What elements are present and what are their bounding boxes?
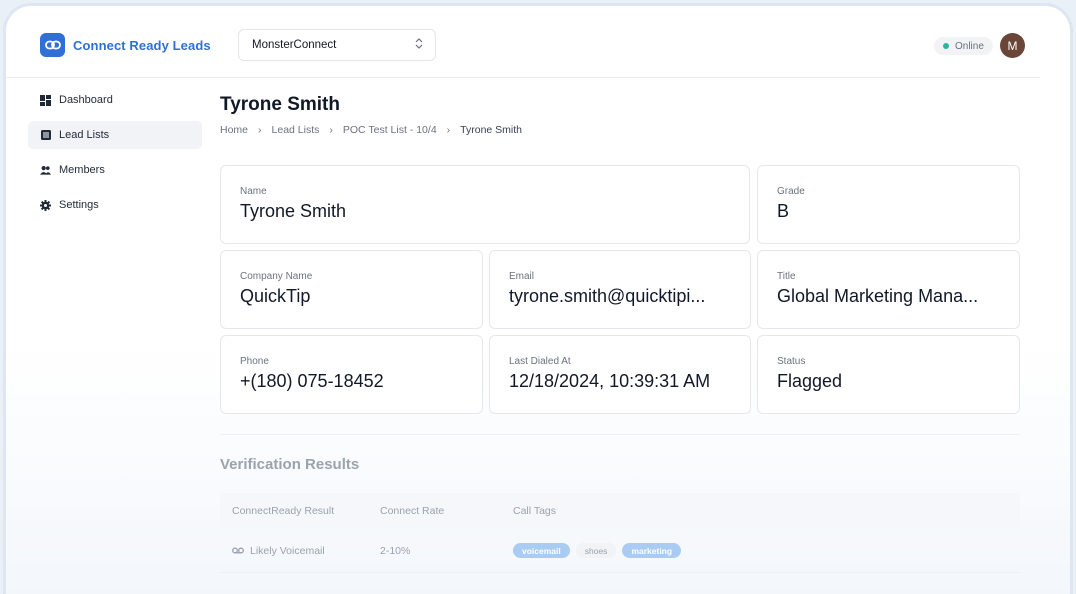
table-row: Likely Voicemail 2-10% voicemail shoes m…: [220, 529, 1020, 573]
status-field-value: Flagged: [777, 371, 843, 391]
email-label: Email: [509, 271, 535, 282]
tag-shoes: shoes: [575, 543, 617, 558]
phone-value: +(180) 075-18452: [240, 371, 384, 391]
status-field-label: Status: [777, 356, 806, 367]
column-header-result: ConnectReady Result: [232, 505, 335, 517]
sidebar-item-label: Settings: [59, 199, 99, 211]
grade-card: Grade B: [757, 165, 1020, 244]
result-value: Likely Voicemail: [250, 544, 325, 557]
top-header: Connect Ready Leads MonsterConnect Onlin…: [6, 6, 1040, 78]
sidebar-item-dashboard[interactable]: Dashboard: [28, 86, 202, 114]
sidebar-item-label: Dashboard: [59, 94, 113, 106]
link-icon: [40, 33, 65, 57]
sidebar-item-label: Lead Lists: [59, 129, 110, 141]
status-label: Online: [955, 40, 984, 52]
sidebar-item-settings[interactable]: Settings: [28, 191, 202, 219]
last-dialed-card: Last Dialed At 12/18/2024, 10:39:31 AM: [489, 335, 751, 414]
verification-title: Verification Results: [220, 456, 360, 473]
tag-marketing: marketing: [622, 543, 682, 558]
name-label: Name: [240, 186, 267, 197]
chevron-right-icon: ›: [258, 124, 262, 136]
verification-table: ConnectReady Result Connect Rate Call Ta…: [220, 493, 1020, 573]
last-dialed-label: Last Dialed At: [509, 356, 571, 367]
table-header: ConnectReady Result Connect Rate Call Ta…: [220, 493, 1020, 529]
company-label: Company Name: [240, 271, 313, 282]
breadcrumb-lead-lists[interactable]: Lead Lists: [272, 124, 320, 136]
name-value: Tyrone Smith: [240, 201, 347, 221]
last-dialed-value: 12/18/2024, 10:39:31 AM: [509, 371, 711, 391]
chevron-right-icon: ›: [446, 124, 451, 136]
gear-icon: [40, 199, 51, 211]
section-divider: [220, 434, 1020, 435]
org-select[interactable]: MonsterConnect: [238, 29, 436, 61]
breadcrumb-current: Tyrone Smith: [460, 124, 523, 136]
result-cell: Likely Voicemail: [220, 545, 380, 557]
chevron-right-icon: ›: [329, 124, 333, 136]
sidebar-item-lead-lists[interactable]: Lead Lists: [28, 121, 202, 149]
members-icon: [40, 165, 51, 176]
org-select-value: MonsterConnect: [252, 39, 337, 51]
email-value: tyrone.smith@quicktipi...: [509, 286, 706, 306]
dashboard-icon: [40, 94, 51, 106]
title-card: Title Global Marketing Mana...: [757, 250, 1020, 329]
status-card: Status Flagged: [757, 335, 1020, 414]
main-content: Tyrone Smith Home › Lead Lists › POC Tes…: [220, 94, 1020, 136]
company-value: QuickTip: [240, 286, 311, 306]
sidebar-item-members[interactable]: Members: [28, 156, 202, 184]
phone-card: Phone +(180) 075-18452: [220, 335, 483, 414]
name-card: Name Tyrone Smith: [220, 165, 750, 244]
title-value: Global Marketing Mana...: [777, 286, 979, 306]
column-header-rate: Connect Rate: [380, 505, 445, 517]
brand-name: Connect Ready Leads: [73, 37, 211, 53]
breadcrumb-home[interactable]: Home: [220, 124, 248, 136]
column-header-tags: Call Tags: [513, 505, 556, 517]
avatar-initial: M: [1007, 38, 1018, 53]
tags-cell: voicemail shoes marketing: [513, 543, 1020, 558]
page-title: Tyrone Smith: [220, 94, 340, 115]
sidebar-item-label: Members: [59, 164, 105, 176]
breadcrumb: Home › Lead Lists › POC Test List - 10/4…: [220, 124, 1020, 136]
list-icon: [40, 130, 51, 141]
grade-label: Grade: [777, 186, 805, 197]
brand[interactable]: Connect Ready Leads: [40, 33, 211, 57]
title-label: Title: [777, 271, 796, 282]
phone-label: Phone: [240, 356, 269, 367]
sidebar: Dashboard Lead Lists Members Settings: [28, 86, 202, 226]
status-dot-icon: [943, 43, 949, 49]
email-card: Email tyrone.smith@quicktipi...: [489, 250, 751, 329]
chevron-up-down-icon: [415, 38, 423, 52]
grade-value: B: [777, 201, 790, 221]
voicemail-icon: [232, 545, 244, 557]
rate-cell: 2-10%: [380, 544, 411, 557]
tag-voicemail: voicemail: [513, 543, 570, 558]
status-badge: Online: [934, 37, 993, 55]
avatar[interactable]: M: [1000, 33, 1025, 58]
breadcrumb-list[interactable]: POC Test List - 10/4: [343, 124, 437, 136]
company-card: Company Name QuickTip: [220, 250, 483, 329]
app-frame: Connect Ready Leads MonsterConnect Onlin…: [3, 3, 1073, 594]
